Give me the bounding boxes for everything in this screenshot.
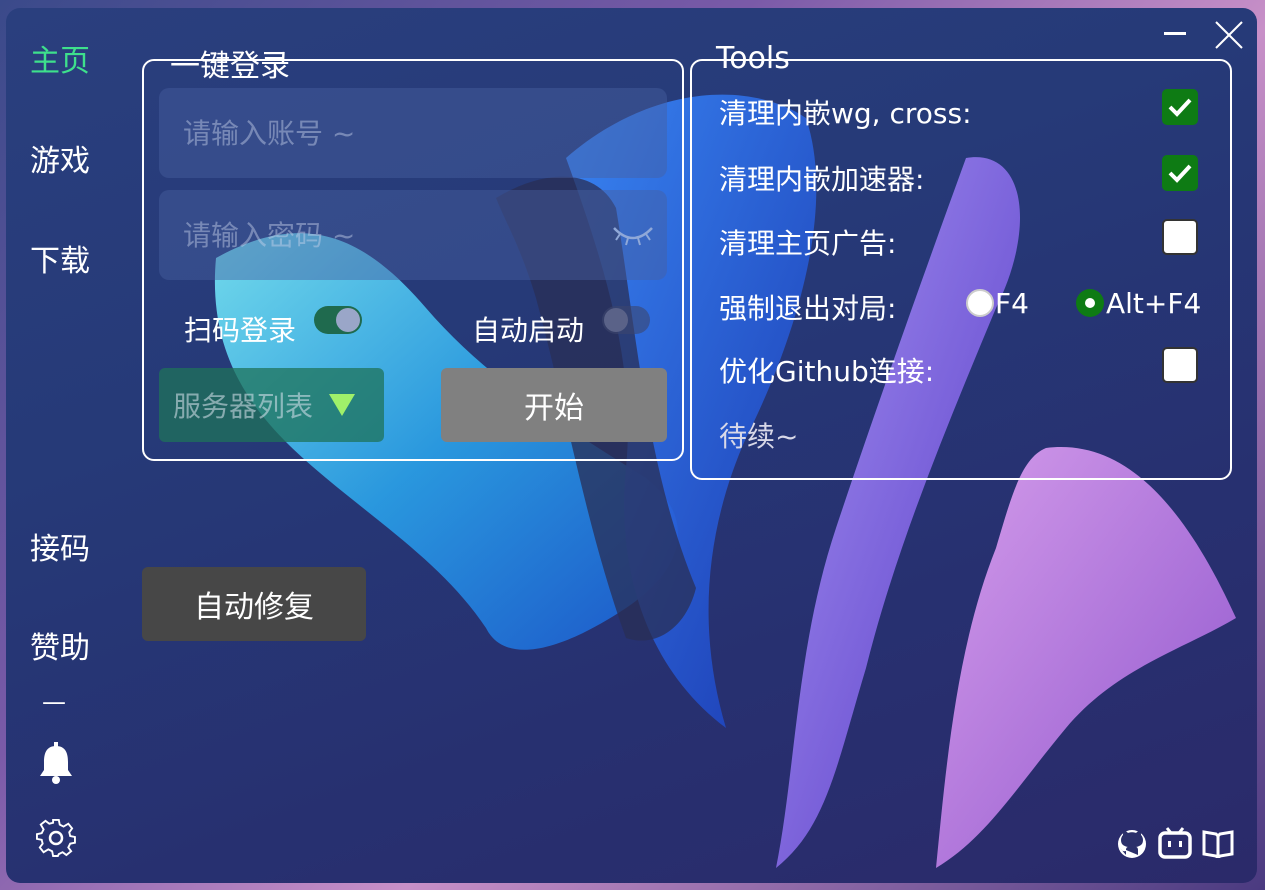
nav-divider: —: [42, 688, 66, 716]
minimize-button[interactable]: [1164, 32, 1186, 35]
tools-more-text: 待续~: [719, 420, 799, 453]
radio-alt-f4-label: Alt+F4: [1106, 287, 1202, 320]
checkbox-github[interactable]: [1162, 347, 1198, 383]
check-icon: [1168, 98, 1192, 117]
bell-icon[interactable]: [38, 742, 74, 784]
radio-f4[interactable]: [966, 289, 994, 317]
server-list-label: 服务器列表: [173, 390, 314, 423]
nav-item-home[interactable]: 主页: [30, 36, 90, 80]
tools-group-title: Tools: [716, 41, 790, 76]
nav-item-games[interactable]: 游戏: [30, 136, 90, 180]
checkbox-clean-ads[interactable]: [1162, 219, 1198, 255]
github-icon[interactable]: [1116, 828, 1148, 860]
bilibili-icon[interactable]: [1158, 826, 1192, 860]
tool-label-clean-wg: 清理内嵌wg, cross:: [719, 97, 972, 130]
login-group-title: 一键登录: [170, 49, 290, 84]
radio-alt-f4[interactable]: [1076, 289, 1104, 317]
qr-login-toggle[interactable]: [314, 306, 362, 334]
checkbox-clean-accelerator[interactable]: [1162, 155, 1198, 191]
nav-item-sms[interactable]: 接码: [30, 524, 90, 568]
password-input[interactable]: [159, 190, 667, 280]
tool-label-clean-ads: 清理主页广告:: [719, 227, 897, 260]
eye-closed-icon[interactable]: [612, 222, 654, 248]
server-list-dropdown[interactable]: 服务器列表: [159, 368, 384, 442]
auto-start-label: 自动启动: [472, 314, 585, 347]
radio-f4-label: F4: [995, 287, 1029, 320]
start-button[interactable]: 开始: [441, 368, 667, 442]
qr-login-label: 扫码登录: [184, 314, 297, 347]
gear-icon[interactable]: [36, 818, 76, 858]
close-icon[interactable]: [1214, 20, 1244, 50]
tool-label-force-exit: 强制退出对局:: [719, 292, 897, 325]
auto-repair-button[interactable]: 自动修复: [142, 567, 366, 641]
checkbox-clean-wg[interactable]: [1162, 89, 1198, 125]
tool-label-clean-accelerator: 清理内嵌加速器:: [719, 163, 925, 196]
nav-item-download[interactable]: 下载: [30, 236, 90, 280]
book-icon[interactable]: [1202, 830, 1234, 858]
account-input[interactable]: [159, 88, 667, 178]
nav-item-sponsor[interactable]: 赞助: [30, 623, 90, 667]
app-window: 主页 游戏 下载 接码 赞助 — 一键登录 扫码登录 自动启动 服务器列表 开始…: [6, 8, 1257, 883]
auto-start-toggle[interactable]: [602, 306, 650, 334]
tool-label-github: 优化Github连接:: [719, 355, 935, 388]
check-icon: [1168, 164, 1192, 183]
triangle-down-icon: [329, 394, 356, 416]
